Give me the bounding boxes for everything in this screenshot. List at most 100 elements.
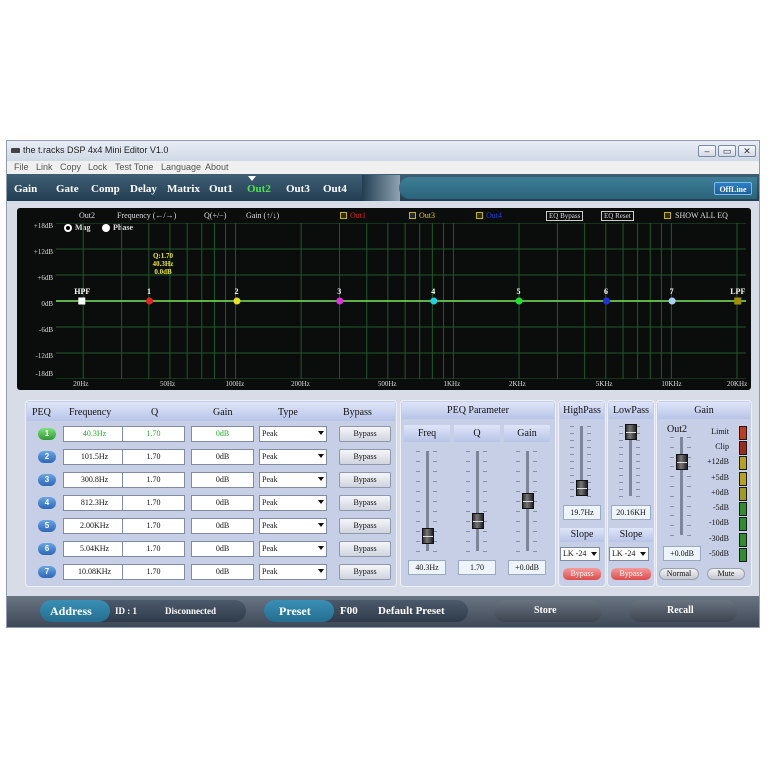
menu-file[interactable]: File [14,162,29,172]
peq-type-select[interactable]: Peak [259,541,327,557]
tab-comp[interactable]: Comp [91,179,120,199]
eq-point-marker[interactable] [146,297,154,305]
eq-point-marker[interactable] [336,297,344,305]
show-out1-checkbox[interactable] [340,212,347,219]
peq-gain-input[interactable]: 0dB [191,518,254,534]
peq-bypass-button[interactable]: Bypass [339,449,391,465]
eq-point-marker[interactable] [430,297,438,305]
peq-bypass-button[interactable]: Bypass [339,518,391,534]
eq-point-marker[interactable] [668,297,676,305]
output-gain-slider-track[interactable] [680,437,683,535]
peq-gain-input[interactable]: 0dB [191,564,254,580]
q-slider-track[interactable] [476,451,479,551]
eq-point-marker[interactable] [233,297,241,305]
peq-band-button-2[interactable]: 2 [38,451,56,463]
freq-slider-handle[interactable] [421,528,434,544]
peq-frequency-input[interactable]: 2.00KHz [63,518,126,534]
menu-language[interactable]: Language [161,162,201,172]
peq-frequency-input[interactable]: 5.04KHz [63,541,126,557]
lowpass-bypass-button[interactable]: Bypass [611,568,651,580]
gain-slider-handle[interactable] [521,493,534,509]
peq-q-input[interactable]: 1.70 [122,541,185,557]
show-out4-checkbox[interactable] [476,212,483,219]
peq-band-button-5[interactable]: 5 [38,520,56,532]
slider-tick [433,501,437,502]
peq-frequency-input[interactable]: 40.3Hz [63,426,126,442]
eq-point-marker[interactable] [78,297,86,305]
peq-band-button-7[interactable]: 7 [38,566,56,578]
close-button[interactable]: ✕ [738,145,756,157]
peq-q-input[interactable]: 1.70 [122,449,185,465]
peq-band-button-6[interactable]: 6 [38,543,56,555]
y-tick-label: +12dB [33,248,53,256]
menu-about[interactable]: About [205,162,229,172]
peq-gain-input[interactable]: 0dB [191,449,254,465]
peq-type-select[interactable]: Peak [259,518,327,534]
peq-q-input[interactable]: 1.70 [122,495,185,511]
tab-matrix[interactable]: Matrix [167,179,200,199]
peq-band-button-3[interactable]: 3 [38,474,56,486]
tab-out2[interactable]: Out2 [247,179,271,199]
highpass-slider-handle[interactable] [575,479,588,496]
peq-band-button-4[interactable]: 4 [38,497,56,509]
tab-gain[interactable]: Gain [14,179,37,199]
tab-out4[interactable]: Out4 [323,179,347,199]
eq-response-plot[interactable] [56,223,746,379]
editor-window: the t.racks DSP 4x4 Mini Editor V1.0 ‒ ▭… [6,140,760,628]
eq-point-marker[interactable] [603,297,611,305]
highpass-slope-select[interactable]: LK -24 [560,547,600,561]
peq-bypass-button[interactable]: Bypass [339,564,391,580]
peq-bypass-button[interactable]: Bypass [339,495,391,511]
tab-delay[interactable]: Delay [130,179,157,199]
output-gain-slider-handle[interactable] [675,453,688,470]
peq-frequency-input[interactable]: 300.8Hz [63,472,126,488]
peq-q-input[interactable]: 1.70 [122,426,185,442]
peq-bypass-button[interactable]: Bypass [339,472,391,488]
peq-gain-input[interactable]: 0dB [191,495,254,511]
lowpass-slider-handle[interactable] [624,423,637,440]
lowpass-value-display: 20.16KH [611,505,651,520]
peq-q-input[interactable]: 1.70 [122,518,185,534]
minimize-button[interactable]: ‒ [698,145,716,157]
gain-normal-button[interactable]: Normal [659,568,699,580]
peq-type-select[interactable]: Peak [259,449,327,465]
tab-out3[interactable]: Out3 [286,179,310,199]
peq-band-button-1[interactable]: 1 [38,428,56,440]
peq-gain-input[interactable]: 0dB [191,541,254,557]
peq-type-select[interactable]: Peak [259,472,327,488]
peq-frequency-input[interactable]: 101.5Hz [63,449,126,465]
menu-copy[interactable]: Copy [60,162,81,172]
lowpass-slope-select[interactable]: LK -24 [609,547,649,561]
eq-reset-button[interactable]: EQ Reset [601,211,634,221]
menu-link[interactable]: Link [36,162,53,172]
tab-gate[interactable]: Gate [56,179,79,199]
offline-status-button[interactable]: OffLine [714,182,752,195]
peq-type-select[interactable]: Peak [259,564,327,580]
menu-lock[interactable]: Lock [88,162,107,172]
peq-gain-input[interactable]: 0dB [191,426,254,442]
peq-frequency-input[interactable]: 812.3Hz [63,495,126,511]
peq-bypass-button[interactable]: Bypass [339,426,391,442]
eq-point-marker[interactable] [515,297,523,305]
peq-gain-input[interactable]: 0dB [191,472,254,488]
highpass-bypass-button[interactable]: Bypass [563,568,601,580]
meter-scale-label: Limit [711,427,729,436]
gain-mute-button[interactable]: Mute [707,568,745,580]
meter-scale-label: -5dB [713,503,729,512]
peq-frequency-input[interactable]: 10.08KHz [63,564,126,580]
eq-point-label: 1 [147,287,152,296]
preset-name[interactable]: Default Preset [378,605,445,617]
peq-q-input[interactable]: 1.70 [122,472,185,488]
show-out3-checkbox[interactable] [409,212,416,219]
eq-bypass-button[interactable]: EQ Bypass [546,211,584,221]
tab-out1[interactable]: Out1 [209,179,233,199]
peq-type-select[interactable]: Peak [259,495,327,511]
show-all-eq-checkbox[interactable] [664,212,671,219]
q-slider-handle[interactable] [471,513,484,529]
peq-q-input[interactable]: 1.70 [122,564,185,580]
eq-point-marker[interactable] [734,297,742,305]
peq-bypass-button[interactable]: Bypass [339,541,391,557]
maximize-button[interactable]: ▭ [718,145,736,157]
menu-test-tone[interactable]: Test Tone [115,162,153,172]
peq-type-select[interactable]: Peak [259,426,327,442]
